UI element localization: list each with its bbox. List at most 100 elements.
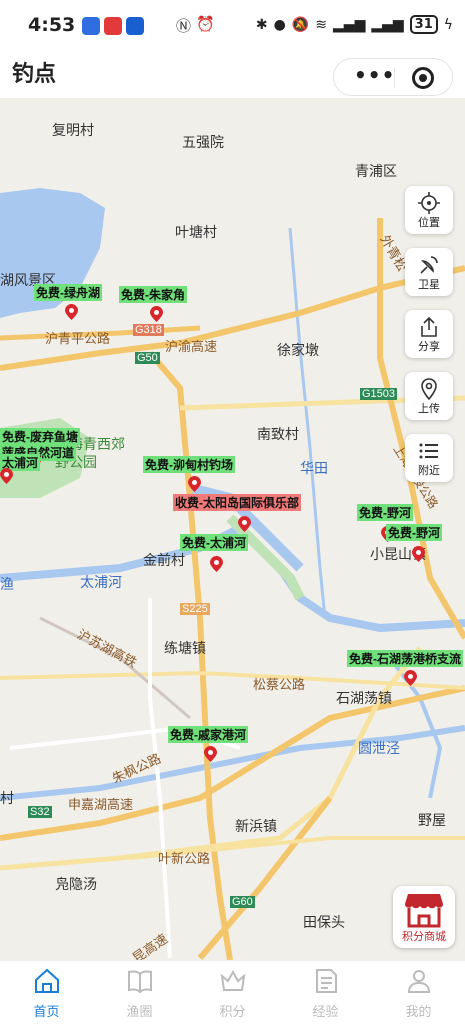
document-icon	[315, 969, 337, 993]
signal2-icon: ▂▄▆	[371, 16, 404, 33]
tab-points-label: 积分	[219, 1005, 246, 1020]
place-shihudang: 石湖荡镇	[336, 690, 392, 706]
status-time: 4:53	[28, 14, 76, 36]
nearby-label: 附近	[418, 464, 440, 477]
place-wuqiang: 五强院	[182, 134, 224, 150]
map-pin-icon	[204, 746, 217, 762]
tab-mine-label: 我的	[405, 1005, 432, 1020]
crosshair-icon	[418, 192, 440, 214]
map-pin-icon	[412, 546, 425, 562]
spot-label: 免费-朱家角	[119, 286, 187, 303]
share-label: 分享	[418, 340, 440, 353]
storefront-icon	[405, 894, 443, 928]
road-g1503: G1503	[360, 388, 398, 400]
chart-notification-icon	[104, 17, 122, 35]
place-xujiadun: 徐家墩	[277, 342, 319, 358]
share-icon	[421, 316, 437, 337]
tab-experience-label: 经验	[312, 1005, 339, 1020]
road-g60: G60	[230, 896, 255, 908]
wifi-icon: ≋	[315, 16, 328, 33]
spot-label: 免费-太浦河	[180, 534, 248, 551]
tab-home[interactable]: 首页	[0, 961, 93, 1024]
tab-circle[interactable]: 渔圈	[93, 961, 186, 1024]
map-pin-icon	[210, 556, 223, 572]
map-pin-icon	[404, 670, 417, 686]
road-g50: G50	[135, 352, 160, 364]
location-label: 位置	[418, 216, 440, 229]
spot-label: 免费-戚家港河	[168, 726, 248, 743]
place-xinbin: 新浜镇	[235, 818, 277, 834]
close-miniprogram-icon[interactable]	[412, 67, 434, 89]
app-notification-icon	[82, 17, 100, 35]
signal-icon: ▂▄▆	[333, 16, 366, 33]
location-button[interactable]: 位置	[405, 186, 453, 234]
alarm-icon: ⏰	[196, 15, 215, 33]
nfc-icon: Ⓝ	[176, 17, 192, 35]
place-liantang: 练塘镇	[164, 640, 206, 656]
place-taipu: 太浦河	[80, 574, 122, 590]
bluetooth-icon: ✱	[255, 16, 268, 33]
more-icon[interactable]: •••	[354, 63, 395, 87]
place-yuanxie: 圆泄泾	[358, 740, 400, 756]
page-title: 钓点	[12, 62, 57, 87]
map-pin-icon	[150, 306, 163, 322]
bag-notification-icon	[126, 17, 144, 35]
spot-label: 免费-绿舟湖	[34, 284, 102, 301]
book-icon	[127, 970, 152, 994]
map-pin-icon	[238, 516, 251, 532]
road-songze: 松蔡公路	[253, 677, 306, 692]
crown-icon	[220, 969, 245, 991]
place-qingpu: 青浦区	[355, 163, 397, 179]
tab-mine[interactable]: 我的	[372, 961, 465, 1024]
road-hujiahu: 申嘉湖高速	[68, 797, 134, 812]
place-huatian: 华田	[300, 460, 328, 476]
points-shop-button[interactable]: 积分商城	[393, 886, 455, 948]
spot-label: 免费-石湖荡港桥支流	[347, 650, 463, 667]
status-bar: 4:53 Ⓝ ⏰ ✱ ● 🔕 ≋ ▂▄▆ ▂▄▆ 31 ϟ	[0, 0, 465, 52]
home-icon	[34, 968, 59, 993]
satellite-icon	[420, 256, 438, 274]
place-nanzhi: 南致村	[257, 426, 299, 442]
road-s225: S225	[180, 603, 210, 615]
spot-label: 收费-太阳岛国际俱乐部	[173, 494, 301, 511]
road-g318: G318	[133, 324, 164, 336]
road-huqingping: 沪青平公路	[45, 331, 111, 346]
spot-label: 免费-废弃鱼塘	[0, 428, 80, 445]
user-icon	[407, 970, 430, 993]
points-shop-label: 积分商城	[402, 930, 446, 943]
battery-icon: 31	[409, 15, 438, 34]
location-icon: ●	[273, 16, 286, 33]
share-button[interactable]: 分享	[405, 310, 453, 358]
road-huyu: 沪渝高速	[165, 339, 218, 354]
tab-points[interactable]: 积分	[186, 961, 279, 1024]
spot-label: 免费-野河	[357, 504, 413, 521]
satellite-label: 卫星	[418, 278, 440, 291]
tab-circle-label: 渔圈	[126, 1005, 153, 1020]
place-fuyintang: 凫隐汤	[55, 876, 97, 892]
place-yetang: 叶塘村	[175, 224, 217, 240]
place-tianbao: 田保头	[303, 914, 345, 930]
map-pin-icon	[421, 378, 437, 401]
satellite-button[interactable]: 卫星	[405, 248, 453, 296]
nearby-button[interactable]: 附近	[405, 434, 453, 482]
map-pin-icon	[188, 476, 201, 492]
place-yu: 渔	[0, 576, 14, 592]
place-fuming: 复明村	[52, 122, 94, 138]
tab-home-label: 首页	[33, 1005, 60, 1020]
tab-experience[interactable]: 经验	[279, 961, 372, 1024]
place-yewu: 野屋	[418, 812, 446, 828]
place-jinqian: 金前村	[143, 552, 185, 568]
road-s32: S32	[28, 806, 52, 818]
charging-icon: ϟ	[443, 16, 453, 33]
road-yexin: 叶新公路	[158, 851, 211, 866]
status-right: ✱ ● 🔕 ≋ ▂▄▆ ▂▄▆ 31 ϟ	[256, 15, 453, 34]
spot-label: 免费-泖甸村钓场	[143, 456, 235, 473]
list-icon	[419, 443, 438, 459]
upload-button[interactable]: 上传	[405, 372, 453, 420]
map-pin-icon	[65, 304, 78, 320]
miniprogram-capsule: •••	[333, 58, 453, 96]
title-bar: 钓点 •••	[0, 52, 465, 98]
map-view[interactable]: 复明村 五强院 青浦区 叶塘村 湖风景区 沪青平公路 G318 G50 沪渝高速…	[0, 98, 465, 960]
place-cun: 村	[0, 790, 14, 806]
mute-icon: 🔕	[291, 16, 310, 33]
